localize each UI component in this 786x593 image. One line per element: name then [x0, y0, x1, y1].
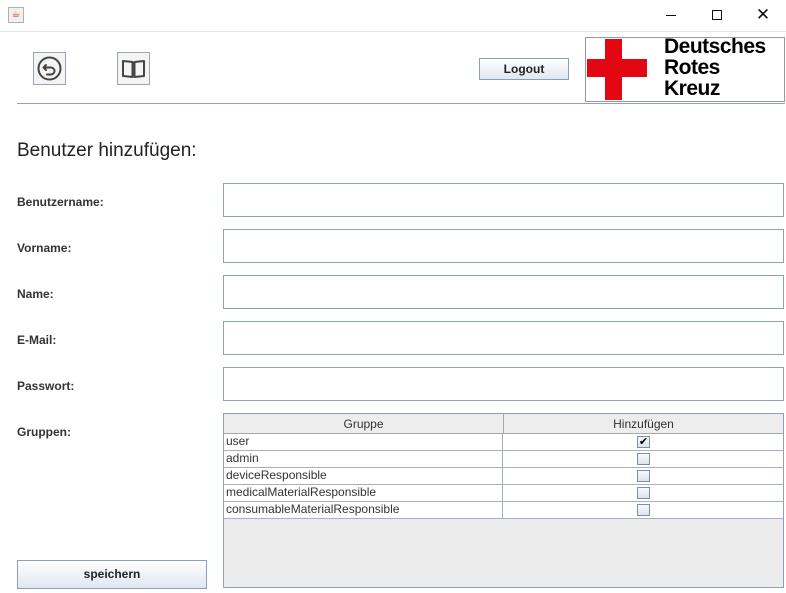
firstname-field[interactable] [223, 229, 784, 263]
java-app-icon: ☕ [8, 7, 24, 23]
username-label: Benutzername: [17, 195, 104, 209]
password-field[interactable] [223, 367, 784, 401]
email-field[interactable] [223, 321, 784, 355]
email-label: E-Mail: [17, 333, 57, 347]
table-row[interactable]: user ✔ [224, 434, 783, 451]
logo-line-2: Rotes [664, 56, 720, 79]
save-button[interactable]: speichern [17, 560, 207, 589]
back-arrow-icon [37, 56, 62, 81]
table-row[interactable]: admin [224, 451, 783, 468]
close-button[interactable]: ✕ [740, 0, 786, 31]
close-icon: ✕ [755, 5, 771, 25]
help-manual-button[interactable] [117, 52, 150, 85]
header-divider [17, 103, 785, 104]
lastname-label: Name: [17, 287, 54, 301]
maximize-icon [712, 10, 722, 20]
groups-table[interactable]: Gruppe Hinzufügen user ✔ admin deviceRes… [223, 413, 784, 588]
group-name-cell: user [224, 434, 503, 450]
page-title: Benutzer hinzufügen: [17, 140, 197, 161]
add-group-checkbox[interactable] [637, 504, 650, 516]
table-row[interactable]: consumableMaterialResponsible [224, 502, 783, 519]
maximize-button[interactable] [694, 0, 740, 31]
table-body: user ✔ admin deviceResponsible medicalMa… [224, 434, 783, 519]
add-group-checkbox[interactable] [637, 453, 650, 465]
back-button[interactable] [33, 52, 66, 85]
groups-label: Gruppen: [17, 425, 71, 439]
lastname-field[interactable] [223, 275, 784, 309]
minimize-icon [666, 15, 676, 16]
table-row[interactable]: deviceResponsible [224, 468, 783, 485]
username-field[interactable] [223, 183, 784, 217]
logo-line-1: Deutsches [664, 37, 766, 58]
column-header-add[interactable]: Hinzufügen [504, 414, 783, 433]
add-group-checkbox[interactable]: ✔ [637, 436, 650, 448]
open-book-icon [122, 60, 145, 78]
firstname-label: Vorname: [17, 241, 72, 255]
password-label: Passwort: [17, 379, 75, 393]
group-name-cell: consumableMaterialResponsible [224, 502, 503, 518]
group-name-cell: medicalMaterialResponsible [224, 485, 503, 501]
logout-button[interactable]: Logout [479, 58, 569, 80]
minimize-button[interactable] [648, 0, 694, 31]
logo-text: Deutsches Rotes Kreuz [664, 37, 766, 100]
logo-line-3: Kreuz [664, 77, 720, 100]
drk-logo: Deutsches Rotes Kreuz [585, 37, 785, 102]
add-group-checkbox[interactable] [637, 470, 650, 482]
window-titlebar: ☕ ✕ [0, 0, 786, 32]
add-group-checkbox[interactable] [637, 487, 650, 499]
group-name-cell: deviceResponsible [224, 468, 503, 484]
group-name-cell: admin [224, 451, 503, 467]
column-header-group[interactable]: Gruppe [224, 414, 504, 433]
table-header: Gruppe Hinzufügen [224, 414, 783, 434]
table-row[interactable]: medicalMaterialResponsible [224, 485, 783, 502]
